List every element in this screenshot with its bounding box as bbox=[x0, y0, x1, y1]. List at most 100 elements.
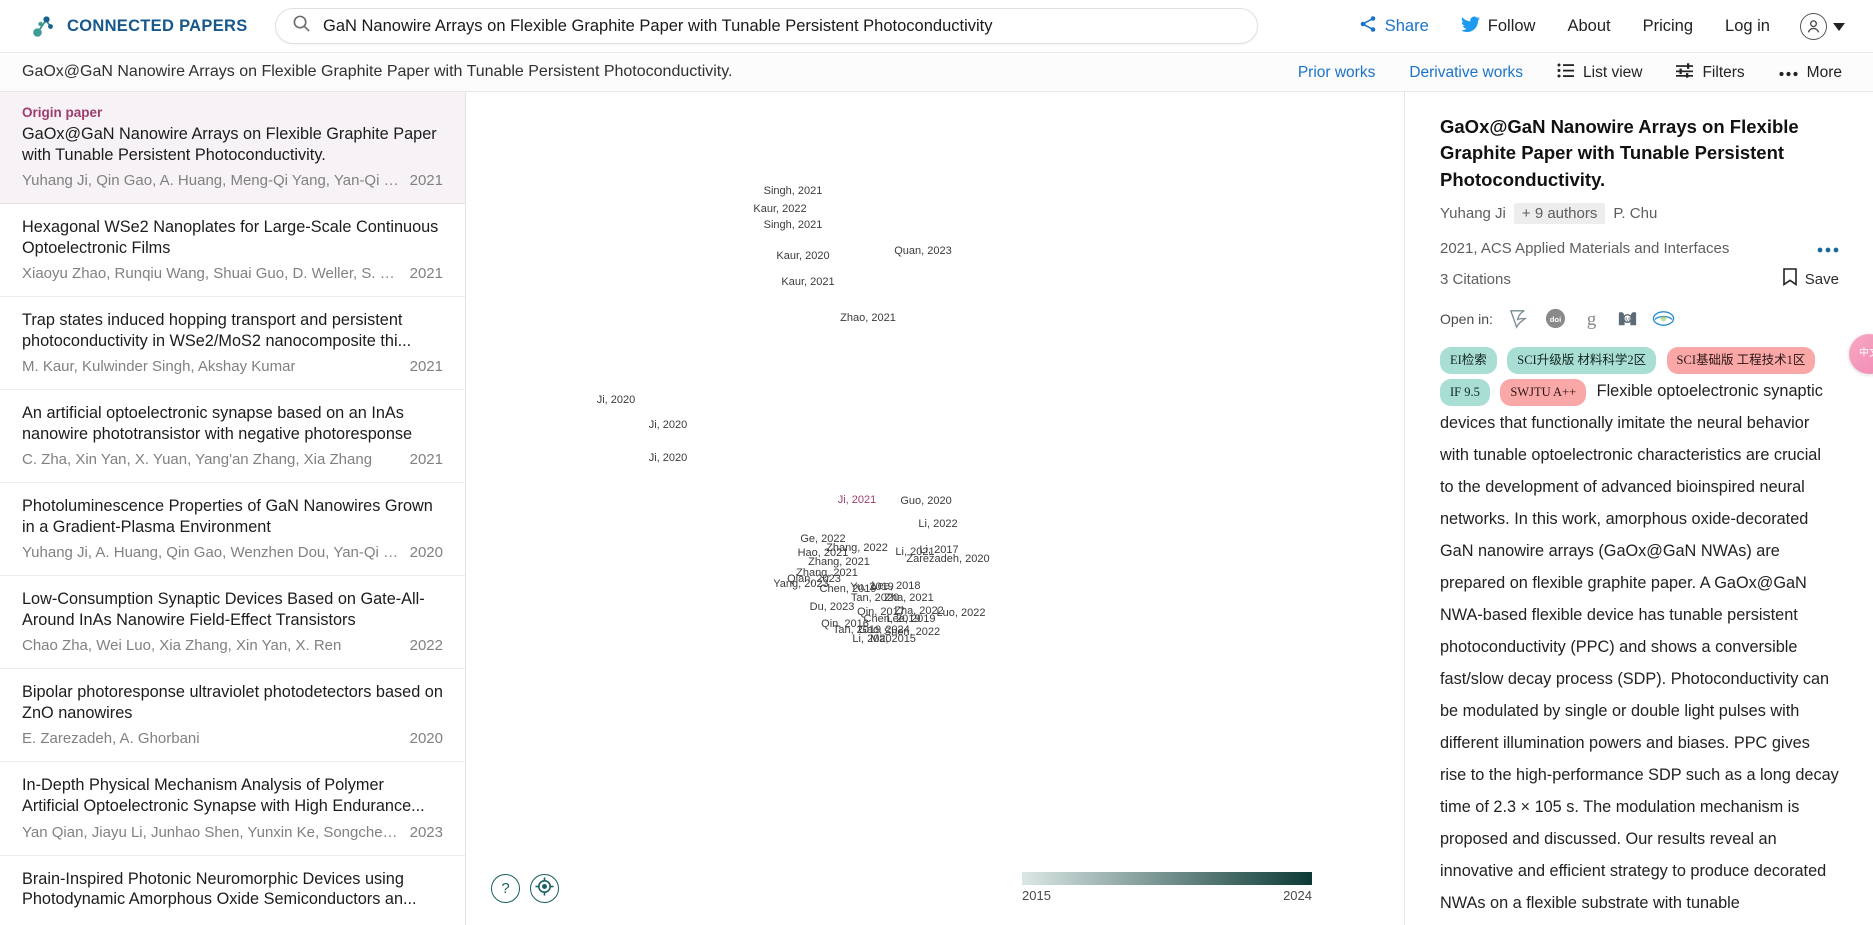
graph-node-label: Zha, 2022 bbox=[894, 605, 944, 617]
share-button[interactable]: Share bbox=[1343, 15, 1445, 38]
graph-node-label: Ji, 2020 bbox=[648, 452, 688, 464]
graph-node-label: Singh, 2021 bbox=[763, 185, 823, 197]
derivative-works-button[interactable]: Derivative works bbox=[1392, 64, 1540, 82]
paper-title: An artificial optoelectronic synapse bas… bbox=[22, 404, 413, 443]
doi-icon[interactable]: doi bbox=[1544, 307, 1567, 330]
graph-node-label: Qian, 2023 bbox=[787, 573, 841, 585]
translate-widget-button[interactable]: 中文 bbox=[1849, 334, 1873, 374]
account-menu-button[interactable] bbox=[1786, 13, 1855, 40]
graph-node-label: Chen, 2019 bbox=[863, 613, 921, 625]
top-nav-links: Share Follow About Pricing Log in bbox=[1343, 0, 1855, 53]
paper-meta: Yuhang Ji, A. Huang, Qin Gao, Wenzhen Do… bbox=[22, 544, 443, 561]
more-label: More bbox=[1806, 63, 1842, 81]
legend-max-year: 2024 bbox=[1283, 888, 1312, 903]
paper-list-item[interactable]: Trap states induced hopping transport an… bbox=[0, 297, 465, 391]
about-link[interactable]: About bbox=[1551, 17, 1626, 36]
crosshair-target-icon bbox=[535, 877, 554, 900]
pricing-link[interactable]: Pricing bbox=[1627, 17, 1709, 36]
graph-node-label: Li, 2017 bbox=[919, 544, 959, 556]
paper-year: 2021 bbox=[409, 172, 443, 190]
graph-node-label: Zarezadeh, 2020 bbox=[906, 553, 990, 565]
paper-list-item[interactable]: Low-Consumption Synaptic Devices Based o… bbox=[0, 576, 465, 670]
chevron-down-icon bbox=[1833, 22, 1845, 31]
more-button[interactable]: More bbox=[1762, 64, 1859, 82]
detail-last-author: P. Chu bbox=[1613, 205, 1658, 223]
paper-list-item[interactable]: An artificial optoelectronic synapse bas… bbox=[0, 390, 465, 484]
connected-papers-app: CONNECTED PAPERS GaN Nanowire Arrays on … bbox=[0, 0, 1873, 925]
paper-authors: Yuhang Ji, Qin Gao, A. Huang, Meng-Qi Ya… bbox=[22, 172, 402, 190]
filters-button[interactable]: Filters bbox=[1659, 62, 1761, 83]
translate-icon: 中文 bbox=[1859, 347, 1873, 359]
paper-list-sidebar[interactable]: Origin paper GaOx@GaN Nanowire Arrays on … bbox=[0, 92, 466, 925]
paper-list-item[interactable]: Photoluminescence Properties of GaN Nano… bbox=[0, 483, 465, 577]
detail-more-button[interactable] bbox=[1817, 237, 1839, 259]
paper-title: Bipolar photoresponse ultraviolet photod… bbox=[22, 683, 443, 722]
filter-icon bbox=[1676, 62, 1694, 83]
detail-authors-chip[interactable]: + 9 authors bbox=[1513, 203, 1606, 225]
mendeley-icon[interactable]: M bbox=[1616, 307, 1639, 330]
paper-title: Trap states induced hopping transport an… bbox=[22, 311, 412, 350]
svg-text:g: g bbox=[1587, 310, 1597, 331]
paper-meta: Yan Qian, Jiayu Li, Junhao Shen, Yunxin … bbox=[22, 824, 443, 841]
open-in-row: Open in: doi g M bbox=[1440, 307, 1839, 331]
paper-list-item[interactable]: Hexagonal WSe2 Nanoplates for Large-Scal… bbox=[0, 204, 465, 298]
paper-toolbar: GaOx@GaN Nanowire Arrays on Flexible Gra… bbox=[0, 53, 1873, 92]
graph-node-label: Shen, 2022 bbox=[883, 626, 941, 638]
origin-paper-item[interactable]: Origin paper GaOx@GaN Nanowire Arrays on … bbox=[0, 92, 465, 205]
search-bar[interactable] bbox=[275, 8, 1258, 44]
graph-node-label: Tan, 2020 bbox=[850, 592, 900, 604]
paper-meta: Xiaoyu Zhao, Runqiu Wang, Shuai Guo, D. … bbox=[22, 265, 443, 282]
legend-min-year: 2015 bbox=[1022, 888, 1051, 903]
more-dots-icon bbox=[1779, 64, 1798, 82]
paper-title: Hexagonal WSe2 Nanoplates for Large-Scal… bbox=[22, 218, 439, 257]
paper-authors: M. Kaur, Kulwinder Singh, Akshay Kumar bbox=[22, 358, 296, 376]
detail-venue-row: 2021, ACS Applied Materials and Interfac… bbox=[1440, 237, 1839, 259]
detail-abstract: Flexible optoelectronic synaptic devices… bbox=[1440, 382, 1839, 913]
recenter-button[interactable] bbox=[530, 874, 559, 903]
svg-text:doi: doi bbox=[1550, 315, 1561, 324]
graph-node-label: Ji, 2021 bbox=[837, 494, 877, 506]
paper-list-item[interactable]: Brain-Inspired Photonic Neuromorphic Dev… bbox=[0, 856, 465, 925]
paper-title: Brain-Inspired Photonic Neuromorphic Dev… bbox=[22, 869, 417, 909]
graph-node-label: Chen, 2019 bbox=[819, 583, 877, 595]
researchgate-icon[interactable] bbox=[1652, 307, 1675, 330]
bookmark-icon bbox=[1782, 268, 1797, 290]
badge-swjtu: SWJTU A++ bbox=[1500, 378, 1587, 406]
filters-label: Filters bbox=[1702, 63, 1745, 81]
badge-sci-basic: SCI基础版 工程技术1区 bbox=[1666, 346, 1816, 374]
graph-node-label: Gao, 2024 bbox=[858, 624, 910, 636]
graph-node-label: Du, 2023 bbox=[809, 601, 855, 613]
paper-list-item[interactable]: In-Depth Physical Mechanism Analysis of … bbox=[0, 762, 465, 856]
graph-node-label: Hao, 2021 bbox=[797, 547, 849, 559]
paper-toolbar-actions: Prior works Derivative works List view F… bbox=[1281, 53, 1859, 92]
graph-node-label: Tan, 2019 bbox=[832, 624, 882, 636]
graph-node-label: Qin, 2016 bbox=[821, 618, 869, 630]
badge-sci-upgraded: SCI升级版 材料科学2区 bbox=[1507, 346, 1657, 374]
graph-node-label: Zhang, 2022 bbox=[826, 542, 888, 554]
graph-node-label: Yang, 2023 bbox=[773, 578, 829, 590]
search-input[interactable] bbox=[323, 16, 1241, 36]
follow-button[interactable]: Follow bbox=[1445, 16, 1552, 38]
follow-label: Follow bbox=[1487, 17, 1536, 35]
paper-list-item[interactable]: Bipolar photoresponse ultraviolet photod… bbox=[0, 669, 465, 763]
user-avatar-icon bbox=[1800, 13, 1827, 40]
google-scholar-icon[interactable]: g bbox=[1580, 307, 1603, 331]
list-view-label: List view bbox=[1583, 63, 1643, 81]
brand-home-link[interactable]: CONNECTED PAPERS bbox=[30, 13, 248, 39]
graph-node-label: Li, 2022 bbox=[918, 518, 958, 530]
badge-impact-factor: IF 9.5 bbox=[1440, 378, 1490, 406]
brand-name: CONNECTED PAPERS bbox=[67, 16, 248, 35]
save-button[interactable]: Save bbox=[1782, 268, 1839, 290]
graph-canvas[interactable]: Singh, 2021 Kaur, 2022 Singh, 2021 Kaur, 20… bbox=[467, 92, 1405, 925]
paper-authors: Chao Zha, Wei Luo, Xia Zhang, Xin Yan, X… bbox=[22, 637, 342, 655]
year-color-legend: 2015 2024 bbox=[1022, 872, 1312, 903]
list-view-button[interactable]: List view bbox=[1540, 63, 1659, 83]
badge-ei: EI检索 bbox=[1440, 346, 1497, 374]
prior-works-button[interactable]: Prior works bbox=[1281, 64, 1393, 82]
twitter-icon bbox=[1460, 16, 1480, 38]
help-button[interactable]: ? bbox=[491, 874, 520, 903]
semantic-scholar-icon[interactable] bbox=[1508, 307, 1531, 330]
paper-meta: M. Kaur, Kulwinder Singh, Akshay Kumar 20… bbox=[22, 358, 443, 375]
graph-node-label: Zhang, 2021 bbox=[808, 556, 870, 568]
login-link[interactable]: Log in bbox=[1709, 17, 1786, 36]
